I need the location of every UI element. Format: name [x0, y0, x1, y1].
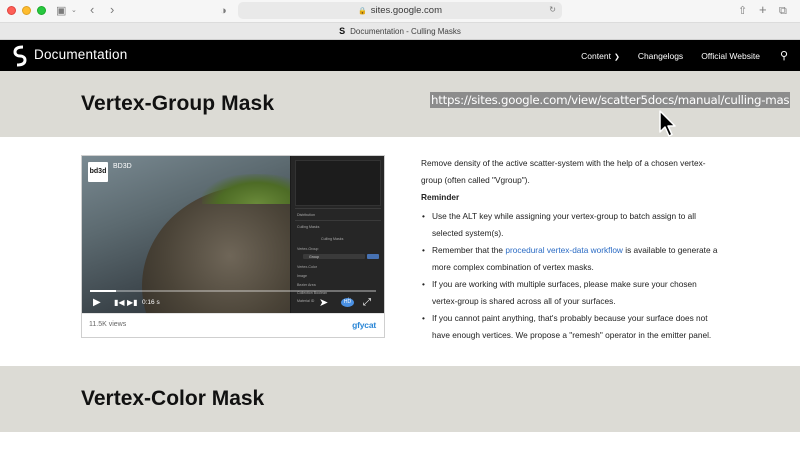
- search-icon[interactable]: ⚲: [780, 49, 788, 62]
- section-band: Vertex-Color Mask: [0, 366, 800, 432]
- video-time: 0:16 s: [142, 299, 160, 306]
- reminder-heading: Reminder: [421, 192, 460, 202]
- panel-toggle: [367, 254, 379, 259]
- panel-label: Bezier Area: [297, 283, 316, 287]
- browser-toolbar: ▣ ⌄ ‹ › ◑ 🔒 sites.google.com ↻ ⇧ + ⧉: [0, 0, 800, 22]
- panel-label: Culling Masks: [321, 237, 344, 241]
- site-favicon-icon: S: [339, 26, 346, 36]
- channel-name[interactable]: BD3D: [113, 163, 132, 170]
- page-title: Vertex-Group Mask: [81, 92, 275, 115]
- privacy-shield-icon[interactable]: ◑: [220, 3, 227, 19]
- address-bar[interactable]: 🔒 sites.google.com ↻: [238, 2, 562, 19]
- main-content: Distribution Culling Masks Culling Masks…: [0, 137, 800, 366]
- play-icon[interactable]: ▶: [93, 297, 101, 309]
- panel-viewport: [295, 160, 381, 206]
- list-item: If you cannot paint anything, that's pro…: [421, 310, 721, 344]
- nav-content[interactable]: Content ❯: [581, 51, 620, 61]
- skip-forward-icon[interactable]: ▶▮: [127, 297, 138, 309]
- chevron-down-icon[interactable]: ⌄: [71, 3, 77, 19]
- site-header: Documentation Content ❯ Changelogs Offici…: [0, 40, 800, 71]
- panel-label: Group: [309, 254, 319, 259]
- active-tab[interactable]: S Documentation - Culling Masks: [0, 22, 800, 40]
- channel-logo[interactable]: bd3d: [88, 162, 108, 182]
- video-progress-fill: [90, 290, 116, 292]
- lock-icon: 🔒: [357, 7, 367, 15]
- panel-label: Vertex-Color: [297, 265, 317, 269]
- gfycat-logo[interactable]: gfycat: [352, 320, 376, 330]
- section-title: Vertex-Color Mask: [81, 387, 265, 410]
- list-item-text: Remember that the: [432, 245, 506, 255]
- video-controls: ▶ ▮◀ ▶▮ 0:16 s ➤ ⚙ HD ⤢: [82, 295, 384, 311]
- mouse-pointer-icon: [659, 110, 676, 137]
- nav-official-website[interactable]: Official Website: [701, 51, 760, 61]
- video-footer: 11.5K views gfycat: [82, 313, 384, 337]
- panel-label: Distribution: [297, 213, 315, 217]
- fullscreen-icon[interactable]: ⤢: [363, 297, 371, 309]
- panel-label: Vertex-Group: [297, 247, 319, 251]
- selected-url-text[interactable]: https://sites.google.com/view/scatter5do…: [430, 92, 790, 108]
- tab-title: Documentation - Culling Masks: [350, 26, 461, 36]
- video-progress-bar[interactable]: [90, 290, 376, 292]
- list-item: If you are working with multiple surface…: [421, 276, 721, 310]
- page-continuation: [0, 432, 800, 450]
- view-count: 11.5K views: [89, 321, 127, 328]
- description: Remove density of the active scatter-sys…: [421, 155, 721, 344]
- main-nav: Content ❯ Changelogs Official Website ⚲: [563, 40, 788, 71]
- video-player[interactable]: Distribution Culling Masks Culling Masks…: [82, 156, 384, 313]
- reminder-list: Use the ALT key while assigning your ver…: [421, 208, 721, 344]
- panel-divider: [295, 208, 381, 209]
- back-icon[interactable]: ‹: [90, 3, 94, 17]
- forward-icon[interactable]: ›: [110, 3, 114, 17]
- skip-back-icon[interactable]: ▮◀: [114, 297, 125, 309]
- panel-label: Culling Masks: [297, 225, 320, 229]
- title-band: Vertex-Group Mask https://sites.google.c…: [0, 71, 800, 137]
- tab-overview-icon[interactable]: ⧉: [779, 3, 787, 19]
- procedural-workflow-link[interactable]: procedural vertex-data workflow: [505, 245, 623, 255]
- new-tab-icon[interactable]: +: [759, 3, 767, 17]
- site-title[interactable]: Documentation: [34, 47, 127, 62]
- nav-changelogs[interactable]: Changelogs: [638, 51, 683, 61]
- panel-divider: [295, 220, 381, 221]
- hd-badge: HD: [341, 298, 354, 307]
- site-logo-icon[interactable]: [12, 45, 28, 67]
- intro-text: Remove density of the active scatter-sys…: [421, 158, 706, 185]
- maximize-window-button[interactable]: [37, 6, 46, 15]
- sidebar-toggle-icon[interactable]: ▣: [56, 3, 66, 19]
- minimize-window-button[interactable]: [22, 6, 31, 15]
- share-icon[interactable]: ➤: [319, 297, 328, 309]
- video-embed[interactable]: Distribution Culling Masks Culling Masks…: [81, 155, 385, 338]
- nav-content-label: Content: [581, 50, 611, 61]
- list-item: Remember that the procedural vertex-data…: [421, 242, 721, 276]
- address-text: sites.google.com: [370, 5, 442, 16]
- reload-icon[interactable]: ↻: [549, 5, 556, 14]
- window-controls: [7, 6, 46, 15]
- close-window-button[interactable]: [7, 6, 16, 15]
- chevron-down-icon: ❯: [613, 53, 620, 61]
- panel-label: Image: [297, 274, 307, 278]
- list-item: Use the ALT key while assigning your ver…: [421, 208, 721, 242]
- share-icon[interactable]: ⇧: [738, 3, 747, 19]
